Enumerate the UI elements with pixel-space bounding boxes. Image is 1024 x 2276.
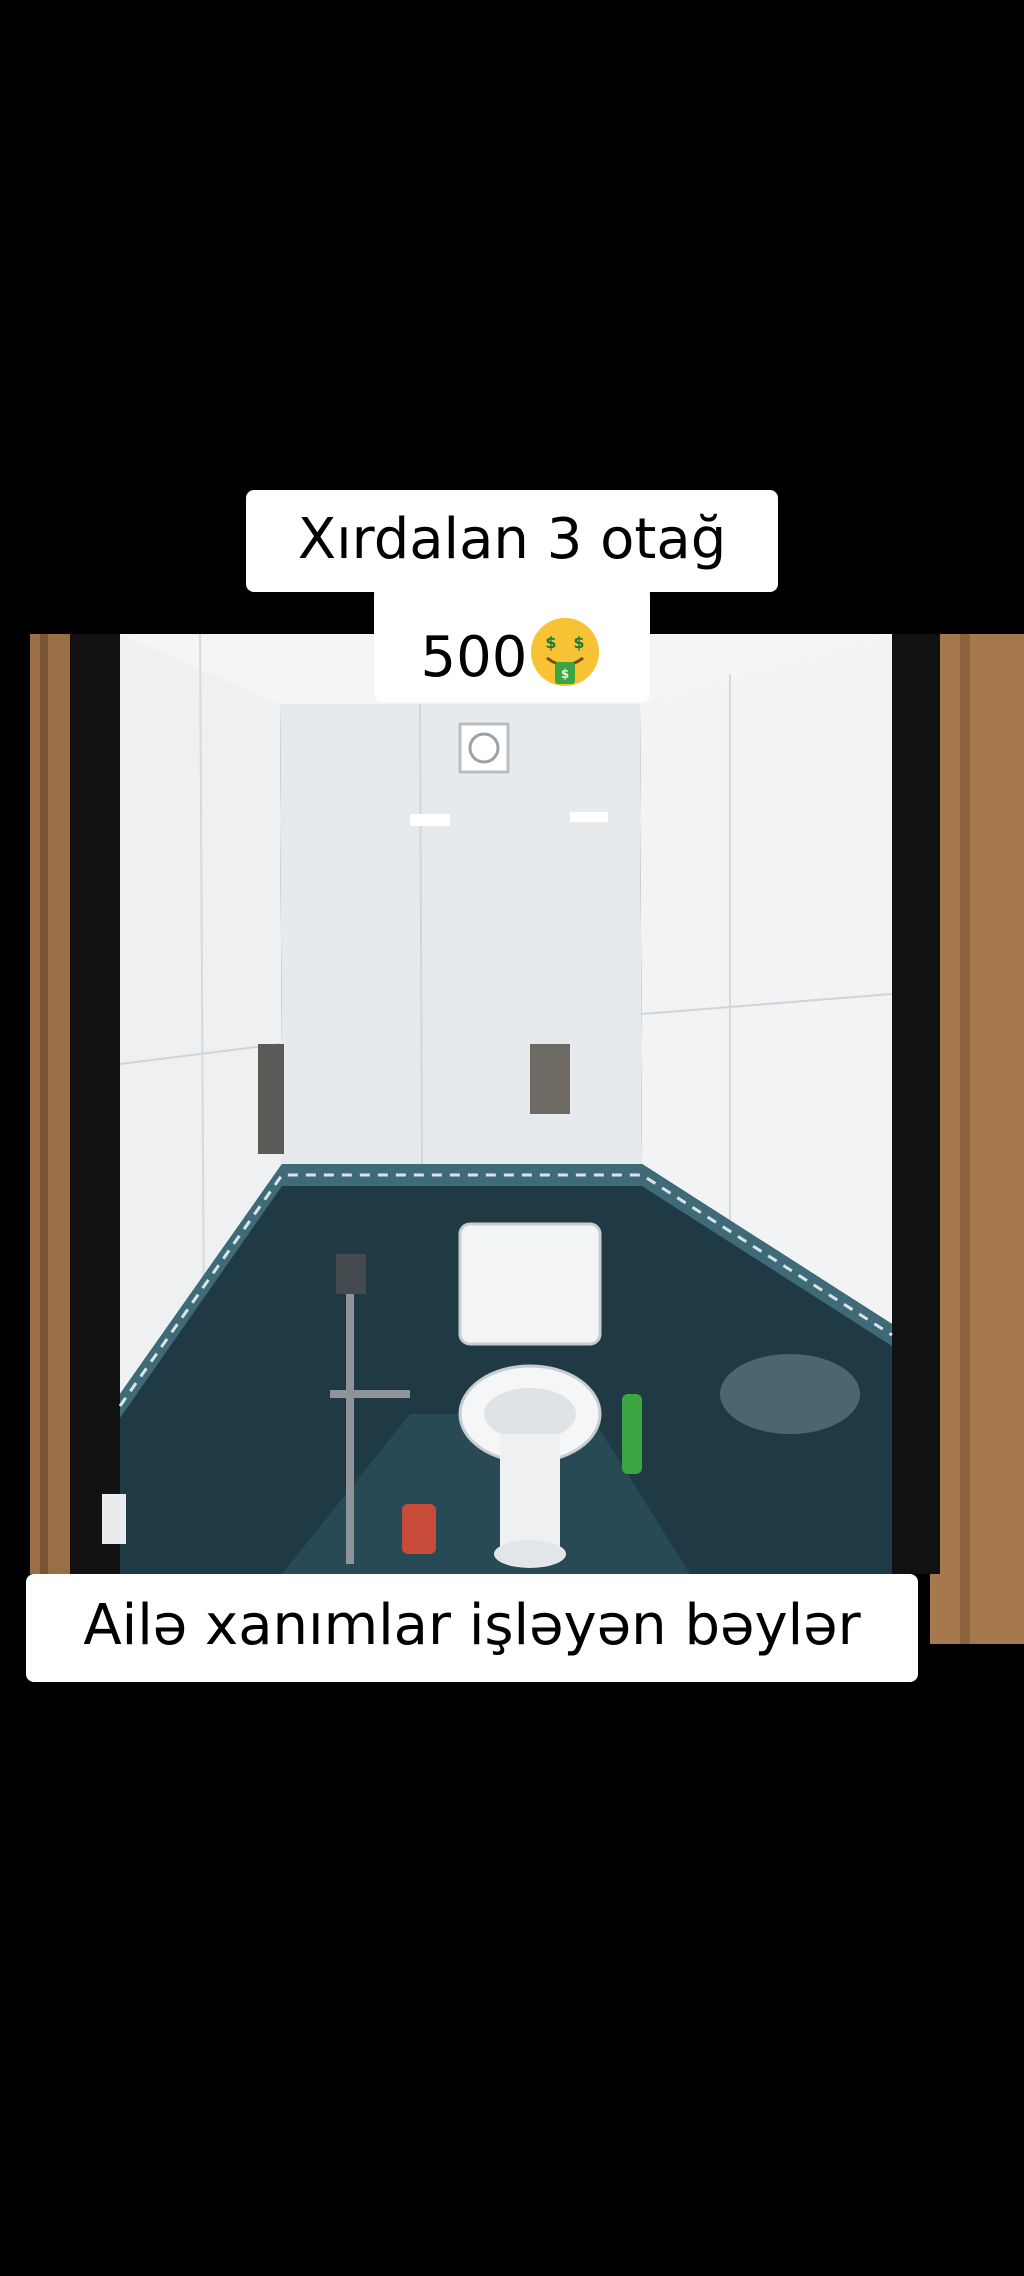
vent-fan: [458, 722, 510, 774]
right-door-wood: [930, 634, 1024, 1644]
bathroom-photo: [30, 634, 1024, 1644]
left-door-frame: [70, 634, 120, 1574]
bathroom-photo-illustration: [30, 634, 1024, 1644]
caption-location-rooms: Xırdalan 3 otağ: [246, 490, 778, 592]
caption-location-rooms-text: Xırdalan 3 otağ: [297, 507, 727, 572]
svg-text:$: $: [546, 633, 557, 652]
towel-back: [530, 1044, 570, 1114]
towel-left: [258, 1044, 284, 1154]
caption-price: 500 $ $ $: [374, 586, 650, 702]
toilet-tank: [458, 1222, 602, 1346]
svg-text:$: $: [574, 633, 585, 652]
caption-tenant-preference: Ailə xanımlar işləyən bəylər: [26, 1574, 918, 1682]
green-bottle: [622, 1394, 642, 1474]
svg-text:$: $: [561, 667, 569, 681]
red-cup: [402, 1504, 436, 1554]
money-mouth-face-icon: $ $ $: [531, 618, 600, 686]
right-door-frame: [892, 634, 940, 1574]
caption-price-text: 500: [420, 625, 528, 690]
caption-tenant-preference-text: Ailə xanımlar işləyən bəylər: [83, 1593, 861, 1658]
